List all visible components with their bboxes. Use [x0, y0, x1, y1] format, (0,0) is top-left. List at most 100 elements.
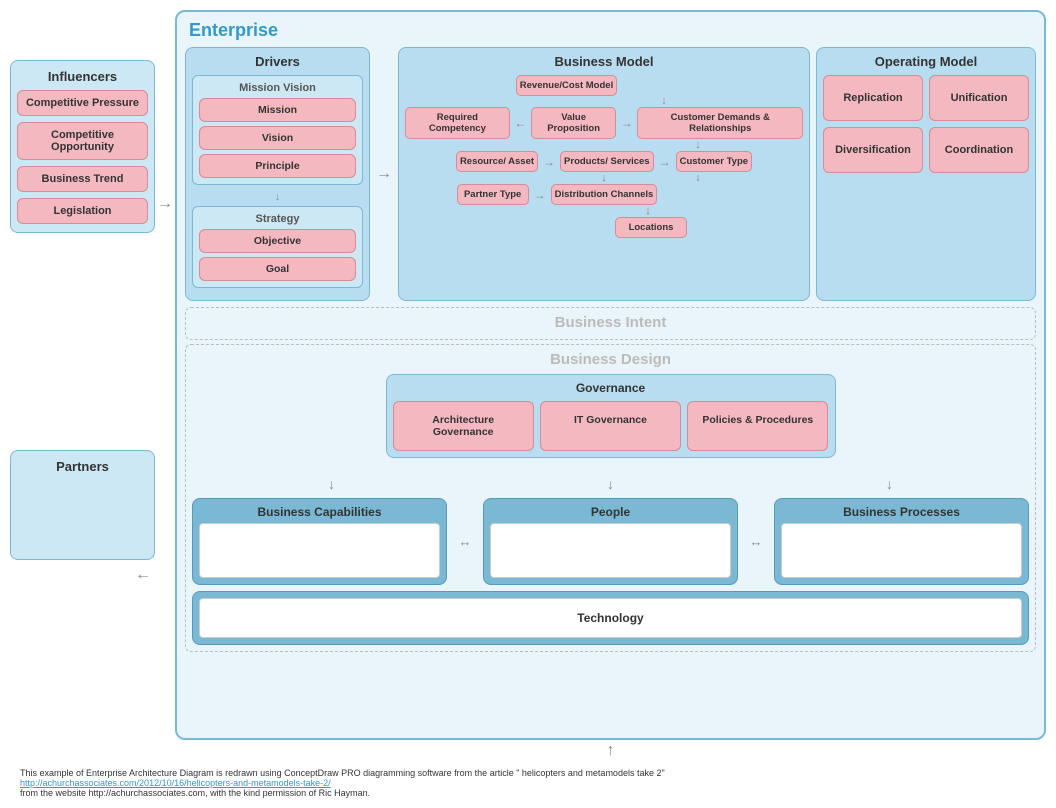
- footer-line3: from the website http://achurchassociate…: [20, 788, 1046, 798]
- operating-model-title: Operating Model: [823, 54, 1029, 69]
- ra-ps-arrow: →: [541, 155, 557, 169]
- business-processes-title: Business Processes: [781, 505, 1022, 519]
- policies-procedures-item: Policies & Procedures: [687, 401, 828, 451]
- influencer-competitive-opportunity: Competitive Opportunity: [17, 122, 148, 160]
- partners-box: Partners: [10, 450, 155, 560]
- revenue-cost-box: Revenue/Cost Model: [516, 75, 617, 96]
- bm-row-2: Required Competency ← Value Proposition …: [405, 107, 803, 139]
- bm-row-3: Resource/ Asset → Products/ Services → C…: [405, 151, 803, 172]
- page: Influencers Competitive Pressure Competi…: [0, 0, 1056, 808]
- business-model-title: Business Model: [405, 54, 803, 69]
- drivers-title: Drivers: [192, 54, 363, 69]
- business-design-label: Business Design: [192, 351, 1029, 368]
- governance-container: Governance Architecture Governance IT Go…: [192, 374, 1029, 468]
- bottom-scroll-arrow: ↑: [175, 742, 1046, 760]
- influencers-title: Influencers: [17, 69, 148, 84]
- strategy-title: Strategy: [199, 213, 356, 225]
- people-title: People: [490, 505, 731, 519]
- drivers-bm-arrow: →: [376, 47, 392, 301]
- business-design-area: Business Design Governance Architecture …: [185, 344, 1036, 652]
- vision-box: Vision: [199, 126, 356, 150]
- rc-arrow: ←: [513, 116, 528, 130]
- products-services-box: Products/ Services: [560, 151, 654, 172]
- bottom-row: Business Capabilities ↔ People ↔ Busines…: [192, 498, 1029, 585]
- bm-arrows-row2: ↓ ↑: [405, 172, 803, 184]
- strategy-section: Strategy Objective Goal: [192, 206, 363, 288]
- technology-inner: Technology: [199, 598, 1022, 638]
- influencer-business-trend: Business Trend: [17, 166, 148, 192]
- customer-demands-box: Customer Demands & Relationships: [637, 107, 803, 139]
- footer-line1: This example of Enterprise Architecture …: [20, 768, 1046, 778]
- customer-type-box: Customer Type: [676, 151, 752, 172]
- governance-box: Governance Architecture Governance IT Go…: [386, 374, 836, 458]
- influencer-legislation: Legislation: [17, 198, 148, 224]
- drivers-area: Drivers Mission Vision Mission Vision Pr…: [185, 47, 370, 301]
- people-process-arrow: ↔: [744, 498, 768, 585]
- governance-arrows-down: ↓ ↓ ↓: [192, 476, 1029, 492]
- business-capabilities-title: Business Capabilities: [199, 505, 440, 519]
- replication-box: Replication: [823, 75, 923, 121]
- op-model-grid: Replication Unification Diversification …: [823, 75, 1029, 173]
- it-governance-item: IT Governance: [540, 401, 681, 451]
- business-processes-box: Business Processes: [774, 498, 1029, 585]
- driver-section-arrow: ↓: [192, 191, 363, 203]
- ct-arrow-up: ↑: [662, 172, 734, 184]
- technology-bar: Technology: [192, 591, 1029, 645]
- mission-title: Mission Vision: [199, 82, 356, 94]
- required-competency-box: Required Competency: [405, 107, 510, 139]
- bm-container: Revenue/Cost Model ↓ Required Competency…: [405, 75, 803, 238]
- business-capabilities-box: Business Capabilities: [192, 498, 447, 585]
- arrow-to-capabilities: ↓: [328, 476, 335, 492]
- influencer-competitive-pressure: Competitive Pressure: [17, 90, 148, 116]
- business-processes-inner: [781, 523, 1022, 578]
- enterprise-title: Enterprise: [185, 20, 1036, 41]
- bm-arrows-row: ↓: [405, 139, 803, 151]
- influencers-section: Influencers Competitive Pressure Competi…: [10, 60, 155, 233]
- partners-arrow: ←: [10, 566, 155, 584]
- cap-people-arrow: ↔: [453, 498, 477, 585]
- arrow-to-processes: ↓: [886, 476, 893, 492]
- goal-box: Goal: [199, 257, 356, 281]
- bm-row-1: Revenue/Cost Model: [405, 75, 803, 96]
- mission-vision-section: Mission Vision Mission Vision Principle: [192, 75, 363, 185]
- bm-row-4: Partner Type → Distribution Channels: [405, 184, 803, 205]
- business-model-area: Business Model Revenue/Cost Model ↓ Requ…: [398, 47, 810, 301]
- vp-cd-arrow: →: [619, 116, 634, 130]
- distribution-channels-box: Distribution Channels: [551, 184, 658, 205]
- bm-arrow-1: ↓: [525, 96, 803, 107]
- mission-box: Mission: [199, 98, 356, 122]
- ra-arrow-down: [474, 139, 546, 151]
- objective-box: Objective: [199, 229, 356, 253]
- enterprise-area: Enterprise Drivers Mission Vision Missio…: [175, 10, 1046, 740]
- partner-type-box: Partner Type: [457, 184, 529, 205]
- coordination-box: Coordination: [929, 127, 1029, 173]
- architecture-governance-item: Architecture Governance: [393, 401, 534, 451]
- footer-link[interactable]: http://achurchassociates.com/2012/10/16/…: [20, 778, 331, 788]
- bm-row-5: Locations: [405, 217, 803, 238]
- dc-arrow-down: ↓: [493, 205, 803, 217]
- people-box: People: [483, 498, 738, 585]
- resource-asset-box: Resource/ Asset: [456, 151, 538, 172]
- partners-section: Partners ←: [10, 450, 155, 584]
- technology-label: Technology: [577, 611, 643, 625]
- people-inner: [490, 523, 731, 578]
- governance-title: Governance: [393, 381, 829, 395]
- operating-model-area: Operating Model Replication Unification …: [816, 47, 1036, 301]
- business-intent-label: Business Intent: [190, 312, 1031, 335]
- influencers-box: Influencers Competitive Pressure Competi…: [10, 60, 155, 233]
- value-proposition-box: Value Proposition: [531, 107, 616, 139]
- governance-inner: Architecture Governance IT Governance Po…: [393, 401, 829, 451]
- cd-arrow-down: ↓: [662, 139, 734, 151]
- ps-ct-arrow: →: [657, 155, 673, 169]
- diversification-box: Diversification: [823, 127, 923, 173]
- business-capabilities-inner: [199, 523, 440, 578]
- pt-dc-arrow: →: [532, 188, 548, 202]
- top-section: Drivers Mission Vision Mission Vision Pr…: [185, 47, 1036, 301]
- principle-box: Principle: [199, 154, 356, 178]
- arrow-to-people: ↓: [607, 476, 614, 492]
- locations-box: Locations: [615, 217, 687, 238]
- partners-title: Partners: [17, 459, 148, 474]
- unification-box: Unification: [929, 75, 1029, 121]
- business-intent-area: Business Intent: [185, 307, 1036, 340]
- influencer-arrow: →: [157, 195, 173, 213]
